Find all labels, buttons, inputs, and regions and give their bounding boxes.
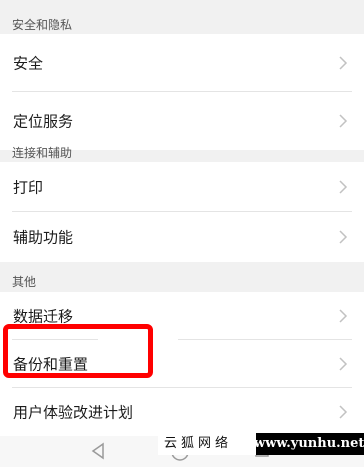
group-assist: 打印 辅助功能: [0, 162, 364, 262]
section-title: 连接和辅助: [12, 146, 73, 160]
settings-item-print[interactable]: 打印: [0, 162, 364, 212]
settings-item-label: 辅助功能: [13, 228, 74, 247]
chevron-right-icon: [339, 114, 348, 128]
settings-item-label: 用户体验改进计划: [13, 403, 134, 422]
settings-item-security[interactable]: 安全: [0, 34, 364, 92]
section-title: 安全和隐私: [12, 18, 73, 32]
group-other: 数据迁移 备份和重置 用户体验改进计划: [0, 292, 364, 436]
section-header-assist: 连接和辅助: [0, 132, 364, 164]
settings-item-label: 备份和重置: [13, 355, 89, 374]
chevron-right-icon: [339, 230, 348, 244]
section-header-other: 其他: [0, 262, 364, 292]
watermark-cn: 云狐网络: [158, 433, 256, 455]
chevron-right-icon: [339, 405, 348, 419]
chevron-right-icon: [339, 180, 348, 194]
chevron-right-icon: [339, 56, 348, 70]
section-header-privacy: 安全和隐私: [0, 0, 364, 34]
settings-item-label: 定位服务: [13, 112, 74, 131]
watermark-url: www.yunhu.net: [254, 436, 364, 451]
section-title: 其他: [12, 275, 37, 289]
settings-item-label: 安全: [13, 54, 44, 73]
settings-item-label: 打印: [13, 178, 44, 197]
back-icon[interactable]: [90, 442, 106, 460]
settings-item-user-experience[interactable]: 用户体验改进计划: [0, 388, 364, 436]
chevron-right-icon: [339, 309, 348, 323]
watermark: 云狐网络 www.yunhu.net: [158, 433, 364, 455]
chevron-right-icon: [339, 357, 348, 371]
settings-item-accessibility[interactable]: 辅助功能: [0, 212, 364, 262]
